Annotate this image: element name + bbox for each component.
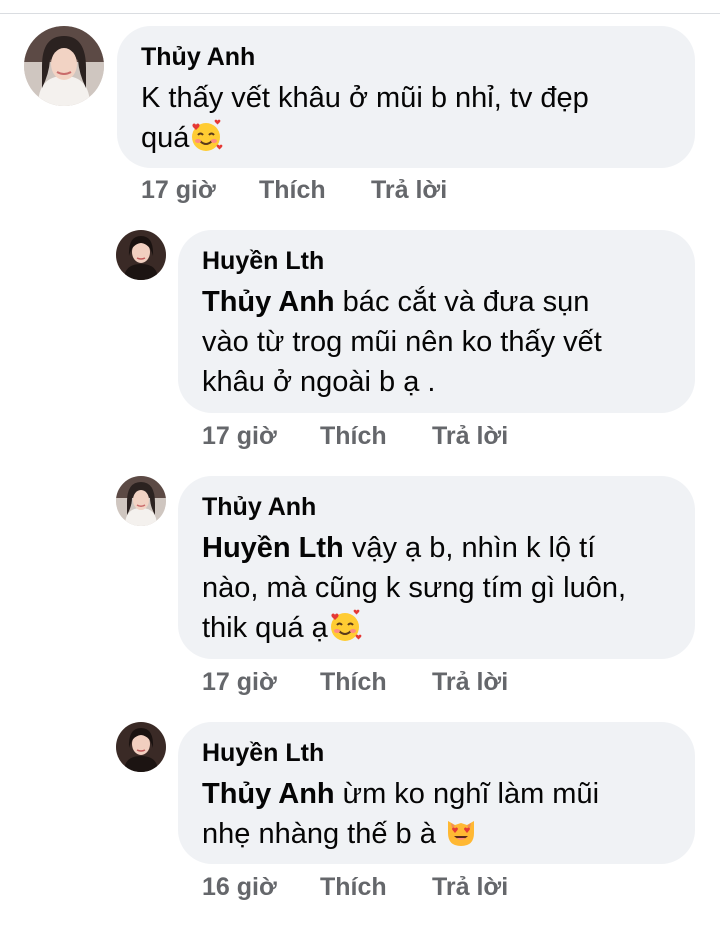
reply-button[interactable]: Trả lời: [371, 175, 447, 205]
comment-thread: Thủy Anh K thấy vết khâu ở mũi b nhỉ, tv…: [0, 0, 720, 941]
comment-text: K thấy vết khâu ở mũi b nhỉ, tv đẹp: [141, 82, 589, 114]
avatar[interactable]: [116, 722, 166, 772]
smiling-face-with-hearts-icon: [328, 609, 362, 643]
comment-author[interactable]: Thủy Anh: [141, 42, 255, 72]
comment-timestamp[interactable]: 16 giờ: [202, 872, 277, 902]
comment-text-line: nhẹ nhàng thế b à: [202, 814, 478, 854]
comment-timestamp[interactable]: 17 giờ: [141, 175, 216, 205]
comment-timestamp[interactable]: 17 giờ: [202, 421, 277, 451]
mention-link[interactable]: Thủy Anh: [202, 286, 335, 318]
smiling-cat-with-heart-eyes-icon: [444, 815, 478, 849]
like-button[interactable]: Thích: [320, 667, 387, 697]
comment-text: nhẹ nhàng thế b à: [202, 818, 444, 850]
avatar-photo-icon: [116, 476, 166, 526]
comment-text: vào từ trog mũi nên ko thấy vết: [202, 326, 602, 358]
avatar-photo-icon: [116, 722, 166, 772]
comment-text-line: quá: [141, 118, 223, 158]
like-button[interactable]: Thích: [320, 872, 387, 902]
comment-text-line: thik quá ạ: [202, 608, 362, 648]
smiling-face-with-hearts-icon: [189, 119, 223, 153]
mention-link[interactable]: Thủy Anh: [202, 778, 335, 810]
avatar-photo-icon: [24, 26, 104, 106]
like-button[interactable]: Thích: [259, 175, 326, 205]
comment-text-line: Huyền Lth vậy ạ b, nhìn k lộ tí: [202, 528, 595, 568]
reply-button[interactable]: Trả lời: [432, 667, 508, 697]
reply-button[interactable]: Trả lời: [432, 421, 508, 451]
comment-text: thik quá ạ: [202, 612, 328, 644]
top-divider: [0, 13, 720, 14]
like-button[interactable]: Thích: [320, 421, 387, 451]
comment-timestamp[interactable]: 17 giờ: [202, 667, 277, 697]
comment-text-line: khâu ở ngoài b ạ .: [202, 362, 435, 402]
comment-author[interactable]: Huyền Lth: [202, 738, 324, 768]
comment-text: ừm ko nghĩ làm mũi: [334, 778, 600, 810]
comment-text: khâu ở ngoài b ạ .: [202, 366, 436, 398]
comment-text: bác cắt và đưa sụn: [334, 286, 590, 318]
comment-author[interactable]: Huyền Lth: [202, 246, 324, 276]
avatar[interactable]: [116, 476, 166, 526]
comment-text: quá: [141, 122, 190, 154]
avatar-photo-icon: [116, 230, 166, 280]
comment-text-line: Thủy Anh ừm ko nghĩ làm mũi: [202, 774, 599, 814]
comment-text: vậy ạ b, nhìn k lộ tí: [343, 532, 596, 564]
avatar[interactable]: [24, 26, 104, 106]
comment-text-line: K thấy vết khâu ở mũi b nhỉ, tv đẹp: [141, 78, 589, 118]
comment-text: nào, mà cũng k sưng tím gì luôn,: [202, 572, 627, 604]
mention-link[interactable]: Huyền Lth: [202, 532, 344, 564]
comment-text-line: Thủy Anh bác cắt và đưa sụn: [202, 282, 589, 322]
comment-author[interactable]: Thủy Anh: [202, 492, 316, 522]
comment-text-line: vào từ trog mũi nên ko thấy vết: [202, 322, 602, 362]
avatar[interactable]: [116, 230, 166, 280]
reply-button[interactable]: Trả lời: [432, 872, 508, 902]
comment-text-line: nào, mà cũng k sưng tím gì luôn,: [202, 568, 626, 608]
